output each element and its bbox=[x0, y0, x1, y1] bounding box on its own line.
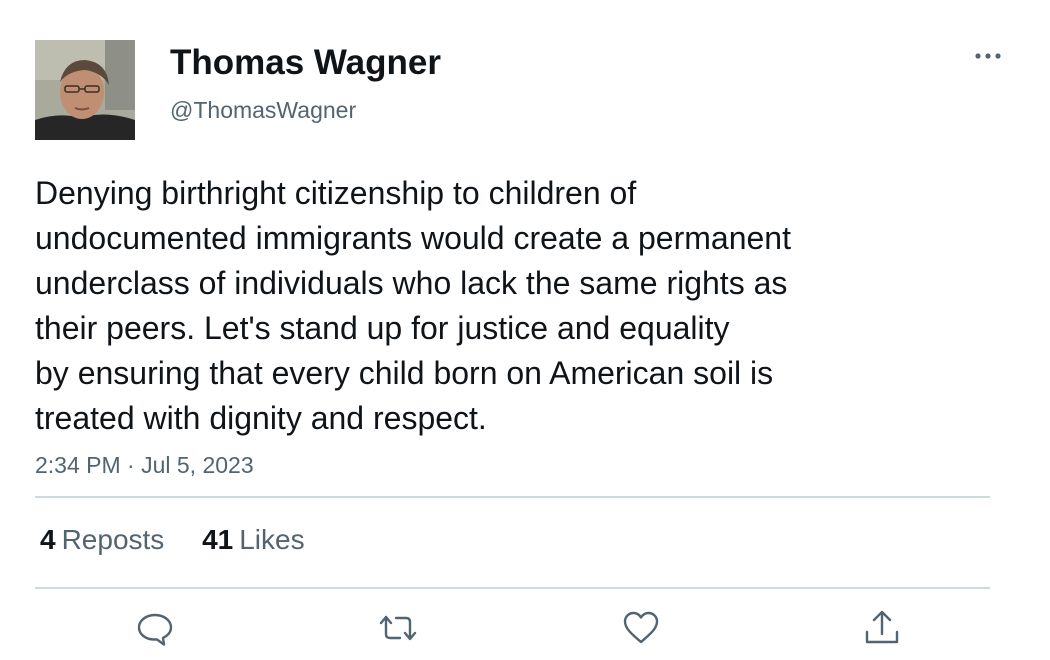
more-horizontal-icon bbox=[975, 53, 1001, 59]
share-button[interactable] bbox=[862, 608, 902, 648]
more-options-button[interactable] bbox=[968, 42, 1008, 70]
author-handle[interactable]: @ThomasWagner bbox=[170, 95, 356, 125]
avatar[interactable] bbox=[35, 40, 135, 140]
tweet-text-line: undocumented immigrants would create a p… bbox=[35, 220, 791, 256]
reposts-count: 4 bbox=[40, 524, 56, 555]
divider bbox=[35, 496, 990, 498]
tweet-text-line: underclass of individuals who lack the s… bbox=[35, 265, 788, 301]
repost-icon bbox=[379, 615, 417, 641]
engagement-stats: 4 Reposts 41 Likes bbox=[40, 522, 305, 558]
reply-button[interactable] bbox=[135, 608, 175, 648]
repost-button[interactable] bbox=[378, 608, 418, 648]
share-icon bbox=[865, 610, 899, 644]
tweet-text-line: Denying birthright citizenship to childr… bbox=[35, 175, 637, 211]
likes-label: Likes bbox=[239, 524, 305, 555]
tweet-text-line: their peers. Let's stand up for justice … bbox=[35, 310, 730, 346]
tweet-timestamp[interactable]: 2:34 PM · Jul 5, 2023 bbox=[35, 450, 254, 480]
tweet-text-line: by ensuring that every child born on Ame… bbox=[35, 355, 774, 391]
heart-icon bbox=[623, 611, 659, 644]
likes-stat[interactable]: 41 Likes bbox=[202, 522, 305, 558]
author-display-name[interactable]: Thomas Wagner bbox=[170, 43, 441, 83]
avatar-photo bbox=[35, 40, 135, 140]
tweet-text-line: treated with dignity and respect. bbox=[35, 400, 487, 436]
like-button[interactable] bbox=[621, 608, 661, 648]
divider bbox=[35, 587, 990, 589]
tweet-text: Denying birthright citizenship to childr… bbox=[35, 171, 935, 441]
likes-count: 41 bbox=[202, 524, 234, 555]
reposts-label: Reposts bbox=[61, 524, 165, 555]
reposts-stat[interactable]: 4 Reposts bbox=[40, 522, 164, 558]
reply-icon bbox=[137, 613, 173, 646]
